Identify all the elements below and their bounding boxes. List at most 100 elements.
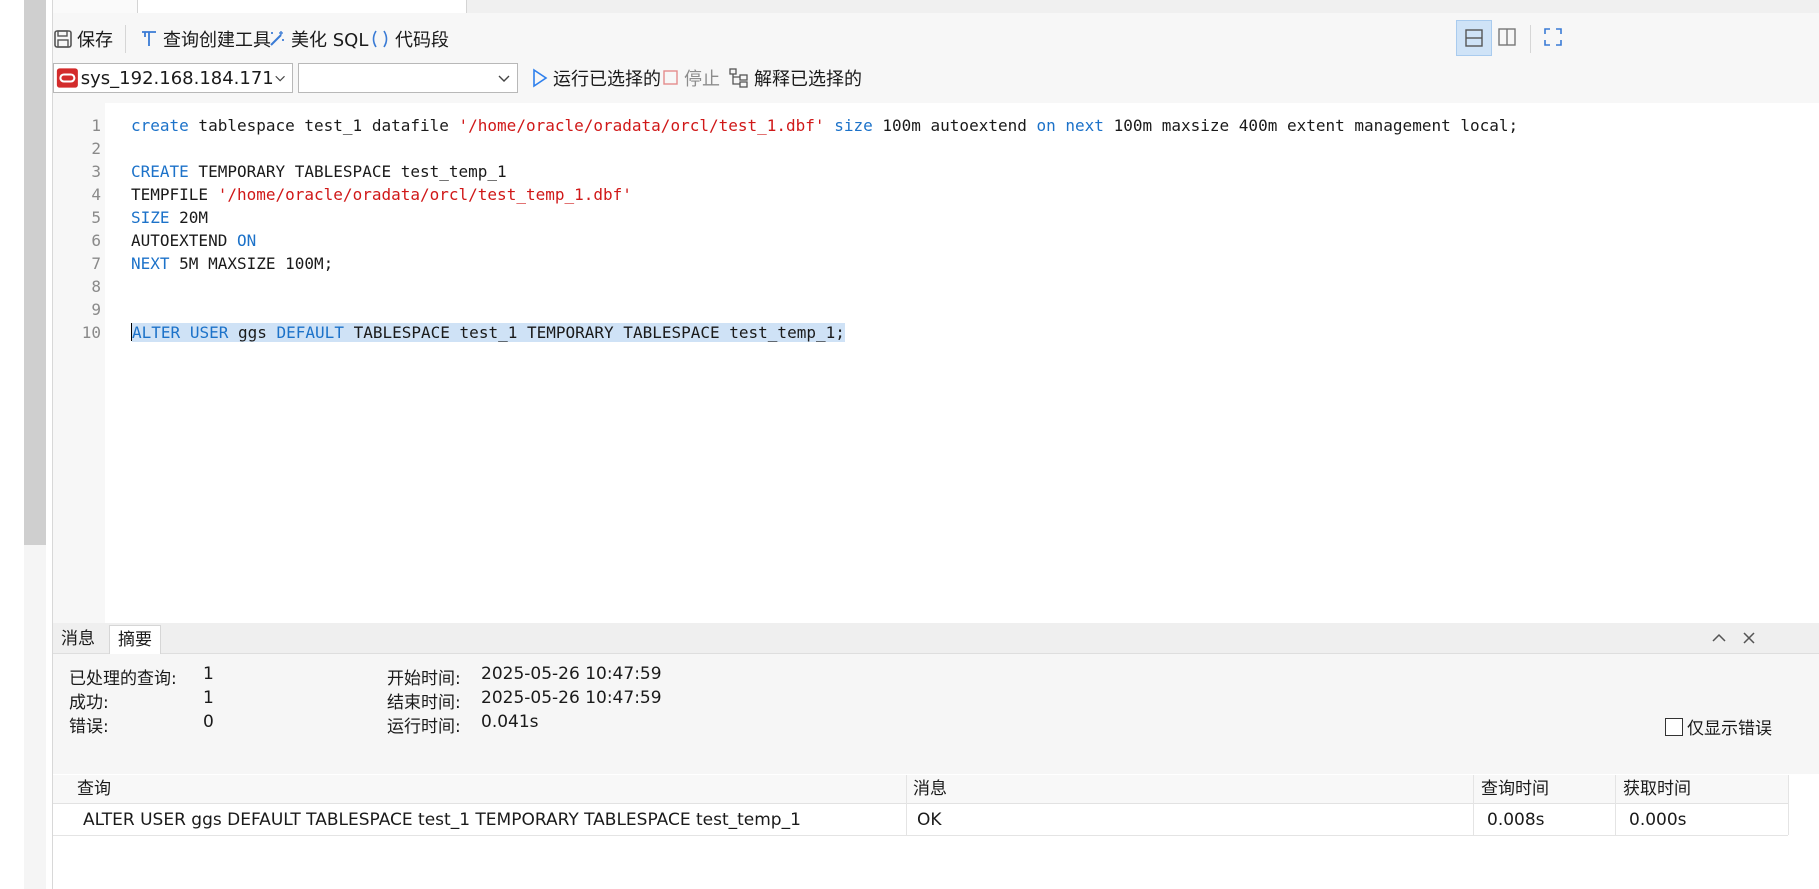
left-scrollbar-track[interactable] <box>24 545 46 889</box>
sql-keyword: ALTER <box>132 323 181 342</box>
sql-text: tablespace test_1 datafile <box>188 116 459 135</box>
elapsed-time-value: 0.041s <box>481 712 539 732</box>
run-selected-label: 运行已选择的 <box>553 69 661 90</box>
explain-plan-icon <box>729 68 748 88</box>
tab-previous[interactable] <box>53 0 143 13</box>
cell-fetch-time: 0.000s <box>1629 810 1687 830</box>
beautify-sql-label: 美化 SQL <box>291 30 369 51</box>
code-snippet-label: 代码段 <box>395 30 449 51</box>
errors-only-checkbox[interactable] <box>1665 717 1683 736</box>
close-icon <box>1743 632 1755 644</box>
connection-select[interactable]: sys_192.168.184.171 <box>53 63 293 93</box>
schema-select[interactable] <box>298 63 518 93</box>
cell-message: OK <box>917 810 942 830</box>
sql-string: '/home/oracle/oradata/orcl/test_1.dbf' <box>458 116 825 135</box>
chevron-down-icon <box>498 75 510 82</box>
sql-text: 5M MAXSIZE 100M; <box>169 254 334 273</box>
close-panel-button[interactable] <box>1740 629 1758 651</box>
line-number: 1 <box>91 116 101 135</box>
line-number: 9 <box>91 300 101 319</box>
query-builder-button[interactable]: 查询创建工具 <box>139 25 271 53</box>
column-divider <box>1788 775 1789 835</box>
tab-messages[interactable]: 消息 <box>53 625 103 653</box>
start-time-value: 2025-05-26 10:47:59 <box>481 664 662 684</box>
sql-keyword: CREATE <box>131 162 189 181</box>
layout-rows-icon <box>1465 29 1483 47</box>
sql-text: 100m autoextend <box>872 116 1037 135</box>
split-vertical-button[interactable] <box>1490 20 1524 54</box>
success-label: 成功: <box>69 693 109 713</box>
stop-label: 停止 <box>684 69 720 90</box>
end-time-value: 2025-05-26 10:47:59 <box>481 688 662 708</box>
split-horizontal-button[interactable] <box>1456 20 1492 56</box>
sql-keyword: next <box>1065 116 1104 135</box>
sql-text: TABLESPACE test_1 TEMPORARY TABLESPACE t… <box>343 323 845 342</box>
errors-only-toggle[interactable]: 仅显示错误 <box>1665 714 1772 739</box>
main-toolbar: 保存 查询创建工具 美化 SQL 代码段 <box>53 13 1819 63</box>
tab-current-query[interactable] <box>137 0 467 13</box>
magic-wand-icon <box>270 31 284 46</box>
summary-pane: 已处理的查询: 1 成功: 1 错误: 0 开始时间: 2025-05-26 1… <box>53 654 1819 774</box>
summary-results-grid: 查询 消息 查询时间 获取时间 ALTER USER ggs DEFAULT T… <box>53 775 1819 889</box>
toolbar-separator <box>1530 25 1531 53</box>
column-header-query[interactable]: 查询 <box>77 775 777 803</box>
elapsed-time-label: 运行时间: <box>387 717 461 737</box>
success-value: 1 <box>203 688 214 708</box>
collapse-panel-button[interactable] <box>1710 629 1728 651</box>
chevron-up-icon <box>1712 633 1726 642</box>
fullscreen-button[interactable] <box>1536 20 1570 54</box>
line-number: 3 <box>91 162 101 181</box>
column-divider <box>1615 775 1616 835</box>
column-header-query-time[interactable]: 查询时间 <box>1481 775 1601 803</box>
tab-summary[interactable]: 摘要 <box>109 625 161 654</box>
sql-text: ggs <box>228 323 277 342</box>
line-number: 2 <box>91 139 101 158</box>
save-label: 保存 <box>77 30 113 51</box>
line-number-gutter: 1 2 3 4 5 6 7 8 9 10 <box>53 103 105 623</box>
code-snippet-icon <box>372 30 388 48</box>
save-button[interactable]: 保存 <box>53 25 113 53</box>
error-value: 0 <box>203 712 214 732</box>
stop-button[interactable]: 停止 <box>662 63 720 93</box>
sql-text: 100m maxsize 400m extent management loca… <box>1103 116 1519 135</box>
play-icon <box>533 68 548 88</box>
column-header-fetch-time[interactable]: 获取时间 <box>1623 775 1743 803</box>
sql-editor[interactable]: 1 2 3 4 5 6 7 8 9 10 create tablespace t… <box>53 103 1819 623</box>
connection-toolbar: sys_192.168.184.171 运行已选择的 停止 解释已选择的 <box>53 63 1819 103</box>
line-number: 8 <box>91 277 101 296</box>
column-header-message[interactable]: 消息 <box>913 775 1213 803</box>
code-snippet-button[interactable]: 代码段 <box>369 25 449 53</box>
chevron-down-icon <box>275 75 285 82</box>
left-scrollbar-thumb[interactable] <box>24 0 46 545</box>
line-number: 10 <box>81 323 101 342</box>
cell-query-time: 0.008s <box>1487 810 1545 830</box>
run-selected-button[interactable]: 运行已选择的 <box>531 63 661 93</box>
sql-keyword: DEFAULT <box>276 323 344 342</box>
line-number: 7 <box>91 254 101 273</box>
explain-selected-button[interactable]: 解释已选择的 <box>728 63 862 93</box>
connection-label: sys_192.168.184.171 <box>80 67 274 89</box>
left-panel-edge <box>0 0 46 889</box>
stop-icon <box>663 70 678 85</box>
query-builder-label: 查询创建工具 <box>163 30 271 51</box>
beautify-sql-button[interactable]: 美化 SQL <box>267 25 368 53</box>
error-label: 错误: <box>69 717 109 737</box>
sql-keyword: USER <box>189 323 229 342</box>
oracle-icon <box>56 68 78 88</box>
sql-string: '/home/oracle/oradata/orcl/test_temp_1.d… <box>217 185 632 204</box>
code-line-5: SIZE 20M <box>131 208 208 227</box>
line-number: 5 <box>91 208 101 227</box>
code-line-6: AUTOEXTEND ON <box>131 231 256 250</box>
code-line-1: create tablespace test_1 datafile '/home… <box>131 116 1518 135</box>
line-number: 6 <box>91 231 101 250</box>
cell-query: ALTER USER ggs DEFAULT TABLESPACE test_1… <box>83 810 801 830</box>
code-line-7: NEXT 5M MAXSIZE 100M; <box>131 254 333 273</box>
code-line-4: TEMPFILE '/home/oracle/oradata/orcl/test… <box>131 185 632 204</box>
toolbar-separator <box>125 25 126 53</box>
sql-keyword: create <box>131 116 189 135</box>
line-number: 4 <box>91 185 101 204</box>
results-tab-bar: 消息 摘要 <box>53 623 1819 654</box>
